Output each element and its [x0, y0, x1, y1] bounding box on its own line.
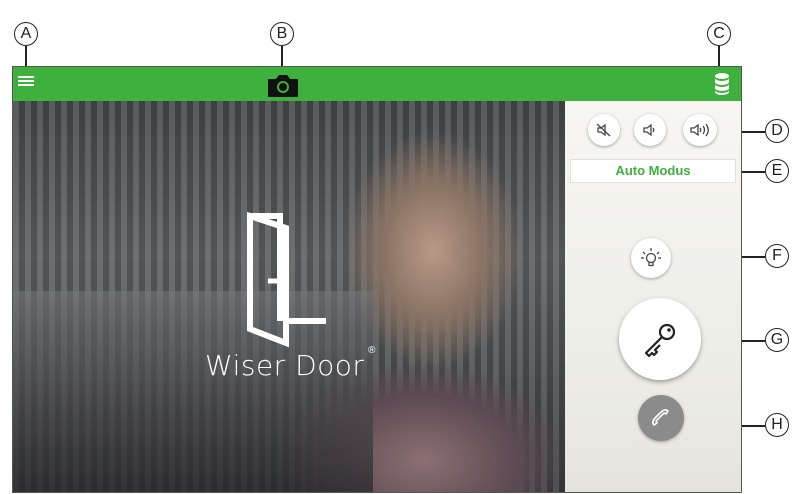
- brand-name: Wiser Door: [205, 349, 365, 382]
- callout-d: D: [765, 119, 789, 143]
- menu-icon[interactable]: [18, 76, 34, 90]
- callout-c: C: [707, 22, 731, 46]
- phone-handset-icon: [652, 409, 669, 426]
- callout-g: G: [765, 328, 789, 352]
- video-feed: Wiser Door ®: [13, 101, 565, 492]
- registered-mark: ®: [368, 345, 376, 356]
- callout-e: E: [765, 159, 789, 183]
- light-button[interactable]: [631, 238, 671, 278]
- device-screen: Wiser Door ® Auto Modus: [12, 66, 742, 493]
- auto-mode-button[interactable]: Auto Modus: [570, 159, 736, 183]
- callout-b: B: [270, 22, 294, 46]
- speaker-mute-icon: [596, 123, 611, 137]
- callout-a: A: [14, 22, 38, 46]
- speaker-high-icon: [690, 123, 709, 137]
- call-button[interactable]: [638, 395, 684, 441]
- top-bar: [13, 67, 741, 101]
- volume-low-button[interactable]: [634, 114, 666, 146]
- callout-h: H: [765, 413, 789, 437]
- light-bulb-icon: [641, 248, 661, 267]
- volume-high-button[interactable]: [683, 114, 717, 146]
- door-open-button[interactable]: [619, 298, 701, 380]
- camera-icon[interactable]: [266, 71, 300, 99]
- speaker-low-icon: [643, 123, 655, 137]
- storage-icon[interactable]: [714, 72, 730, 96]
- control-panel: Auto Modus: [565, 101, 741, 492]
- callout-f: F: [765, 244, 789, 268]
- mute-button[interactable]: [588, 114, 620, 146]
- key-icon: [644, 323, 676, 358]
